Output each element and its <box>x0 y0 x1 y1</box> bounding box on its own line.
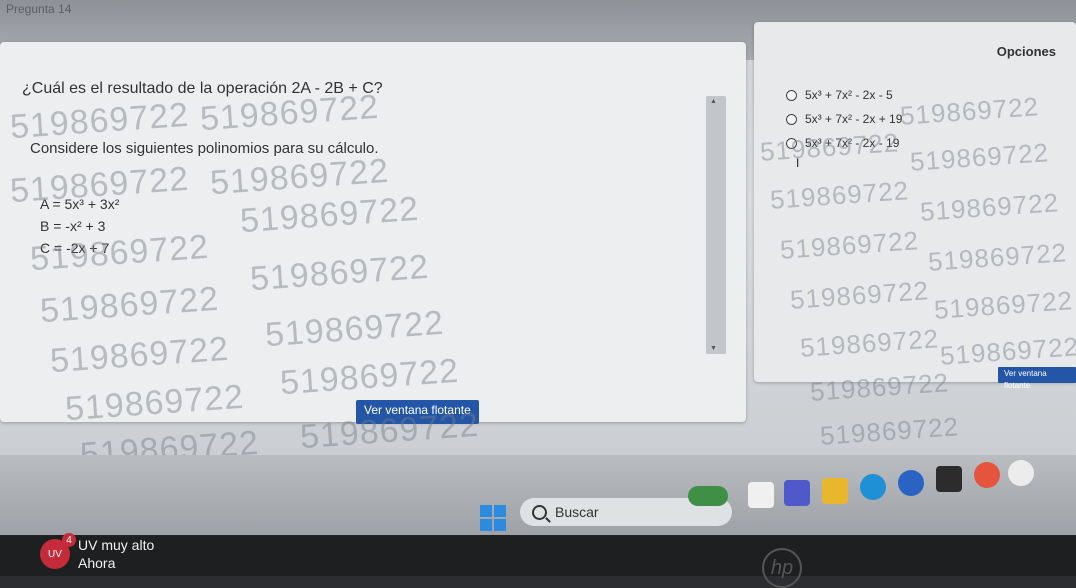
radio-option-3[interactable] <box>786 137 797 149</box>
scroll-down-icon[interactable]: ▼ <box>710 345 717 352</box>
windows-start-icon[interactable] <box>480 505 506 531</box>
search-label: Buscar <box>555 504 599 520</box>
floating-window-button[interactable]: Ver ventana flotante <box>356 400 479 424</box>
options-card: Opciones <box>754 22 1076 382</box>
weather-widget[interactable]: UV 4 UV muy alto Ahora <box>40 533 155 572</box>
options-title: Opciones <box>996 44 1056 59</box>
teams-icon[interactable] <box>784 480 810 506</box>
edge-icon[interactable] <box>860 474 886 500</box>
text-cursor-icon: I <box>796 156 800 170</box>
uv-count: 4 <box>62 533 76 547</box>
option-1-label: 5x³ + 7x² - 2x - 5 <box>805 88 893 102</box>
uv-label: UV <box>48 548 62 560</box>
screen-bezel <box>0 535 1076 576</box>
polynomial-a: A = 5x³ + 3x² <box>40 196 120 212</box>
file-icon[interactable] <box>748 482 774 508</box>
weather-sub: Ahora <box>78 555 116 571</box>
question-number: Pregunta 14 <box>6 2 72 16</box>
chevron-up-icon[interactable] <box>1008 460 1034 486</box>
app-icon[interactable] <box>898 470 924 496</box>
watermark: 519869722 <box>819 411 960 451</box>
option-1[interactable]: 5x³ + 7x² - 2x - 5 <box>786 88 893 102</box>
scroll-up-icon[interactable]: ▲ <box>710 98 717 105</box>
polynomial-c: C = -2x + 7 <box>40 240 110 256</box>
screen: Pregunta 14 Opciones ¿Cuál es el resulta… <box>0 0 1076 500</box>
weather-title: UV muy alto <box>78 537 155 553</box>
radio-option-1[interactable] <box>786 89 797 101</box>
option-3[interactable]: 5x³ + 7x² - 2x - 19 <box>786 136 899 150</box>
turtle-widget-icon[interactable] <box>688 486 728 506</box>
option-3-label: 5x³ + 7x² - 2x - 19 <box>805 136 900 150</box>
search-icon <box>532 504 547 520</box>
hp-logo: hp <box>762 548 802 588</box>
option-2[interactable]: 5x³ + 7x² - 2x + 19 <box>786 112 902 126</box>
radio-option-2[interactable] <box>786 113 797 125</box>
floating-window-button-small[interactable]: Ver ventana flotante <box>998 367 1076 390</box>
question-card <box>0 42 746 422</box>
question-instruction: Considere los siguientes polinomios para… <box>30 140 379 157</box>
file-explorer-icon[interactable] <box>822 478 848 504</box>
scrollbar[interactable]: ▲ ▼ <box>706 96 726 354</box>
polynomial-b: B = -x² + 3 <box>40 218 106 234</box>
uv-icon: UV 4 <box>40 533 76 569</box>
store-icon[interactable] <box>936 466 962 492</box>
chrome-icon[interactable] <box>974 462 1000 488</box>
question-text: ¿Cuál es el resultado de la operación 2A… <box>22 80 383 97</box>
option-2-label: 5x³ + 7x² - 2x + 19 <box>805 112 903 126</box>
